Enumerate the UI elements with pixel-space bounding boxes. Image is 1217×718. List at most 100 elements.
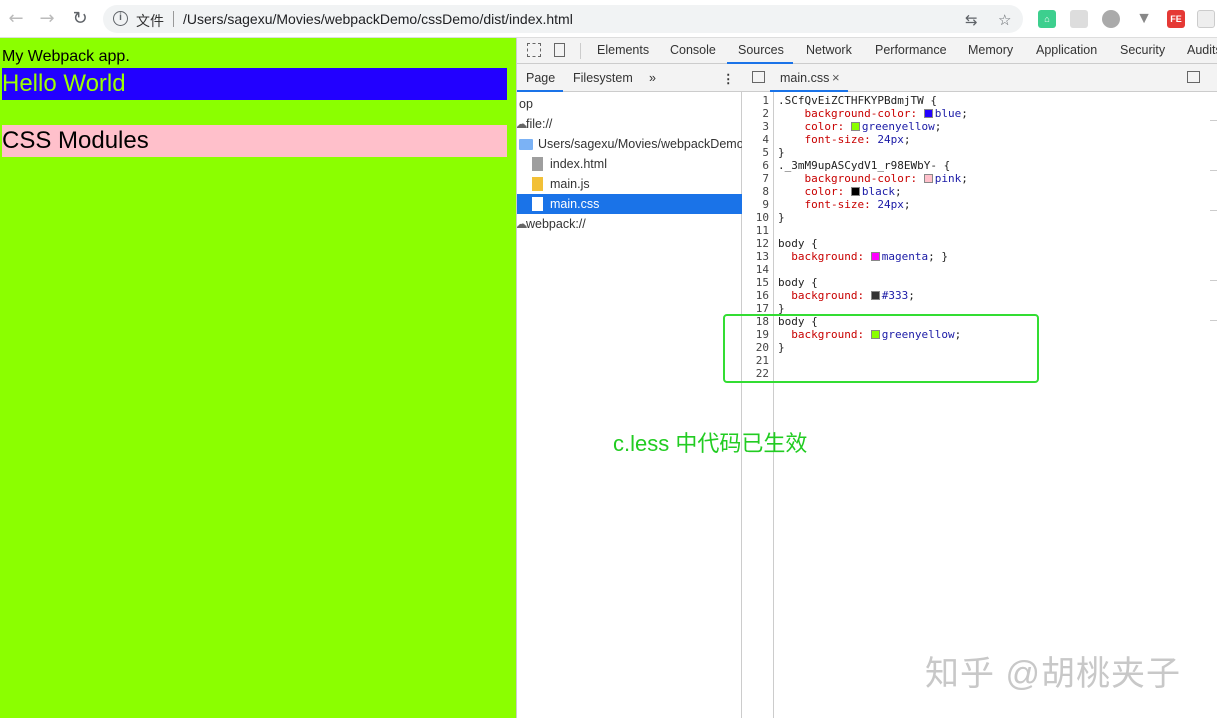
toggle-navigator-icon[interactable]: [752, 71, 765, 83]
editor-tab-main-css[interactable]: main.css: [780, 71, 829, 85]
file-html-icon: [532, 157, 543, 171]
tree-item-file-origin[interactable]: ☁ file://: [517, 114, 742, 134]
code-line[interactable]: color: greenyellow;: [778, 120, 941, 133]
code-token: background:: [778, 250, 871, 263]
edge-mark: [1210, 170, 1217, 171]
line-number: 9: [762, 198, 769, 211]
code-line[interactable]: background: magenta; }: [778, 250, 948, 263]
tree-item-folder[interactable]: Users/sagexu/Movies/webpackDemo/: [517, 134, 742, 154]
address-bar[interactable]: i 文件 /Users/sagexu/Movies/webpackDemo/cs…: [103, 5, 1023, 33]
back-arrow-icon[interactable]: ←: [5, 8, 27, 30]
code-token: ;: [894, 185, 902, 198]
tab-network[interactable]: Network: [806, 43, 852, 57]
code-token: ;: [903, 198, 911, 211]
code-token: font-size:: [778, 133, 878, 146]
tree-item-main-css[interactable]: main.css: [517, 194, 742, 214]
extension-circle-icon[interactable]: [1102, 10, 1120, 28]
url-text[interactable]: /Users/sagexu/Movies/webpackDemo/cssDemo…: [183, 11, 573, 27]
code-line[interactable]: }: [778, 146, 785, 159]
edge-mark: [1210, 320, 1217, 321]
security-label: 文件: [136, 13, 164, 29]
more-tabs-icon[interactable]: »: [649, 71, 656, 85]
color-swatch[interactable]: [850, 122, 860, 131]
code-token: ._3mM9upASCydV1_r98EWbY- {: [778, 159, 951, 172]
code-line[interactable]: background: #333;: [778, 289, 915, 302]
info-icon[interactable]: i: [113, 11, 128, 26]
code-line[interactable]: body {: [778, 237, 818, 250]
code-token: body {: [778, 276, 818, 289]
code-token: ; }: [928, 250, 948, 263]
color-swatch[interactable]: [850, 187, 860, 196]
watermark: 知乎 @胡桃夹子: [925, 655, 1181, 693]
code-line[interactable]: ._3mM9upASCydV1_r98EWbY- {: [778, 159, 950, 172]
tree-item-index-html[interactable]: index.html: [517, 154, 742, 174]
extension-gray-icon[interactable]: [1070, 10, 1088, 28]
code-token: ;: [961, 107, 968, 120]
code-token: body {: [778, 237, 818, 250]
line-number: 1: [762, 94, 769, 107]
toggle-debugger-icon[interactable]: [1187, 71, 1200, 83]
edge-mark: [1210, 280, 1217, 281]
code-token: .SCfQvEiZCTHFKYPBdmjTW {: [778, 94, 937, 107]
code-line[interactable]: font-size: 24px;: [778, 133, 910, 146]
code-line[interactable]: .SCfQvEiZCTHFKYPBdmjTW {: [778, 94, 937, 107]
inspect-element-icon[interactable]: [527, 43, 541, 57]
star-icon[interactable]: ☆: [998, 11, 1011, 29]
line-number: 2: [762, 107, 769, 120]
tab-application[interactable]: Application: [1036, 43, 1097, 57]
tree-item-webpack-origin[interactable]: ☁ webpack://: [517, 214, 742, 234]
code-token: ;: [908, 289, 915, 302]
tree-item-main-js[interactable]: main.js: [517, 174, 742, 194]
line-number: 10: [755, 211, 769, 224]
code-line[interactable]: body {: [778, 276, 818, 289]
code-line[interactable]: font-size: 24px;: [778, 198, 910, 211]
tab-page[interactable]: Page: [526, 71, 555, 85]
translate-icon[interactable]: ⇆: [965, 11, 978, 29]
code-token: color:: [778, 185, 851, 198]
code-line[interactable]: }: [778, 211, 785, 224]
code-token: color:: [778, 120, 851, 133]
reload-icon[interactable]: ↻: [69, 8, 91, 30]
tree-item-frame[interactable]: op: [517, 94, 742, 114]
extension-fe-icon[interactable]: FE: [1167, 10, 1185, 28]
tree-label: main.css: [550, 197, 600, 211]
code-line[interactable]: color: black;: [778, 185, 902, 198]
color-swatch[interactable]: [923, 174, 933, 183]
line-number: 5: [762, 146, 769, 159]
omnibox-separator: [173, 11, 174, 27]
tab-memory[interactable]: Memory: [968, 43, 1013, 57]
code-line[interactable]: background-color: pink;: [778, 172, 967, 185]
devtools-tabbar: Elements Console Sources Network Perform…: [517, 38, 1217, 64]
tab-audits[interactable]: Audits: [1187, 43, 1217, 57]
line-number: 14: [755, 263, 769, 276]
navigator-tabbar: Page Filesystem » ⋮: [517, 64, 742, 92]
line-number: 11: [755, 224, 769, 237]
cloud-icon: ☁: [517, 117, 528, 131]
line-number: 12: [755, 237, 769, 250]
kebab-menu-icon[interactable]: ⋮: [722, 71, 735, 86]
color-swatch[interactable]: [870, 252, 880, 261]
code-token: 24px: [877, 198, 904, 211]
code-line[interactable]: background-color: blue;: [778, 107, 968, 120]
color-swatch[interactable]: [870, 291, 880, 300]
device-toolbar-icon[interactable]: [554, 43, 565, 57]
page-paragraph: My Webpack app.: [2, 48, 130, 65]
close-tab-icon[interactable]: ×: [832, 70, 840, 85]
tab-performance[interactable]: Performance: [875, 43, 947, 57]
line-number: 8: [762, 185, 769, 198]
tab-sources[interactable]: Sources: [738, 43, 784, 57]
color-swatch[interactable]: [923, 109, 933, 118]
code-token: blue: [934, 107, 962, 120]
extension-green-icon[interactable]: ⌂: [1038, 10, 1056, 28]
tab-security[interactable]: Security: [1120, 43, 1165, 57]
hello-world-heading: Hello World: [2, 68, 507, 100]
forward-arrow-icon[interactable]: →: [36, 8, 58, 30]
extension-v-icon[interactable]: ▼: [1135, 10, 1153, 28]
code-token: #333: [881, 289, 909, 302]
tab-elements[interactable]: Elements: [597, 43, 649, 57]
tab-filesystem[interactable]: Filesystem: [573, 71, 633, 85]
extension-mail-icon[interactable]: [1197, 10, 1215, 28]
tab-console[interactable]: Console: [670, 43, 716, 57]
tree-label: Users/sagexu/Movies/webpackDemo/: [538, 137, 742, 151]
code-token: background:: [778, 289, 871, 302]
